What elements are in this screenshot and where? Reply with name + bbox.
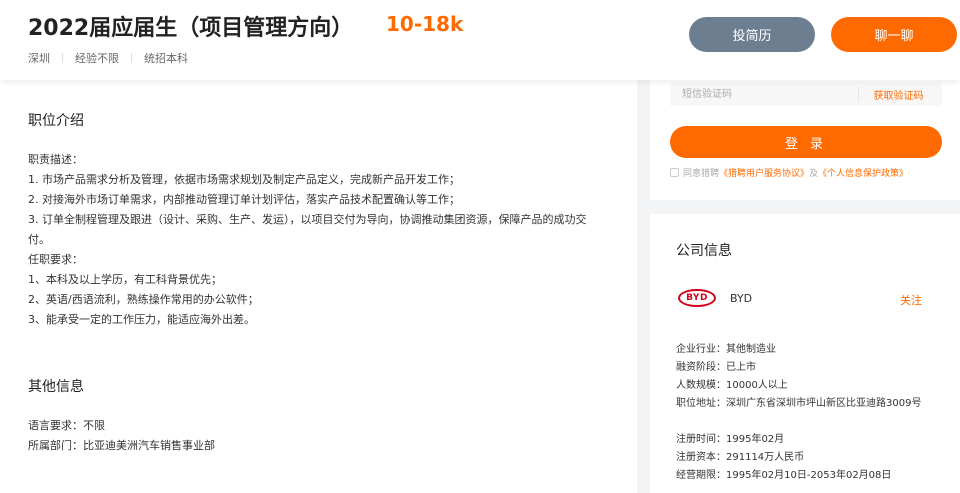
company-industry: 企业行业：其他制造业 <box>676 344 776 355</box>
job-description: 职责描述： 1. 市场产品需求分析及管理，依据市场需求规划及制定产品定义，完成新… <box>28 150 613 330</box>
submit-resume-button[interactable]: 投简历 <box>689 17 815 52</box>
company-name[interactable]: BYD <box>730 292 752 305</box>
desc-line: 2、英语/西语流利，熟练操作常用的办公软件； <box>28 293 259 306</box>
meta-divider <box>131 53 132 63</box>
agreement-row: 同意猎聘 《猎聘用户服务协议》 及 《个人信息保护政策》 <box>670 166 908 179</box>
job-title: 2022届应届生（项目管理方向） <box>28 16 354 41</box>
job-description-panel: 职位介绍 职责描述： 1. 市场产品需求分析及管理，依据市场需求规划及制定产品定… <box>0 80 637 493</box>
agree-prefix: 同意猎聘 <box>683 169 720 179</box>
company-info-panel: 公司信息 BYD BYD 关注 企业行业：其他制造业 融资阶段：已上市 人数规模… <box>650 214 960 493</box>
other-info-line: 所属部门：比亚迪美洲汽车销售事业部 <box>28 439 215 452</box>
company-info-title: 公司信息 <box>676 243 732 259</box>
desc-line: 任职要求： <box>28 253 83 266</box>
desc-line: 3. 订单全制程管理及跟进（设计、采购、生产、发运），以项目交付为导向，协调推动… <box>28 213 587 226</box>
job-header: 2022届应届生（项目管理方向） 10-18k 深圳 经验不限 统招本科 投简历… <box>0 0 960 80</box>
desc-line: 1. 市场产品需求分析及管理，依据市场需求规划及制定产品定义，完成新产品开发工作… <box>28 173 460 186</box>
company-info-group: 企业行业：其他制造业 融资阶段：已上市 人数规模：10000人以上 职位地址：深… <box>676 341 956 413</box>
desc-line: 付。 <box>28 233 50 246</box>
meta-divider <box>62 53 63 63</box>
job-experience: 经验不限 <box>75 52 119 65</box>
desc-line: 职责描述： <box>28 153 83 166</box>
desc-line: 2. 对接海外市场订单需求，内部推动管理订单计划评估，落实产品技术配置确认等工作… <box>28 193 460 206</box>
agree-and: 及 <box>809 169 819 179</box>
register-date: 注册时间：1995年02月 <box>676 434 785 445</box>
chat-button[interactable]: 聊一聊 <box>831 17 957 52</box>
company-funding: 融资阶段：已上市 <box>676 362 756 373</box>
section-title-intro: 职位介绍 <box>28 113 84 129</box>
job-meta: 深圳 经验不限 统招本科 <box>28 50 188 66</box>
job-education: 统招本科 <box>144 52 188 65</box>
follow-button[interactable]: 关注 <box>900 292 922 308</box>
other-info: 语言要求：不限 所属部门：比亚迪美洲汽车销售事业部 <box>28 416 613 456</box>
desc-line: 3、能承受一定的工作压力，能适应海外出差。 <box>28 313 255 326</box>
desc-line: 1、本科及以上学历，有工科背景优先； <box>28 273 222 286</box>
job-location: 深圳 <box>28 52 50 65</box>
company-logo-text: BYD <box>686 293 708 303</box>
section-title-other: 其他信息 <box>28 379 84 395</box>
agree-checkbox[interactable] <box>670 168 679 177</box>
service-agreement-link[interactable]: 《猎聘用户服务协议》 <box>719 166 809 179</box>
other-info-line: 语言要求：不限 <box>28 419 105 432</box>
privacy-policy-link[interactable]: 《个人信息保护政策》 <box>818 166 908 179</box>
login-panel: 获取验证码 登 录 同意猎聘 《猎聘用户服务协议》 及 《个人信息保护政策》 <box>650 80 960 200</box>
business-term: 经营期限：1995年02月10日-2053年02月08日 <box>676 470 892 481</box>
company-logo[interactable]: BYD <box>678 289 716 307</box>
register-capital: 注册资本：291114万人民币 <box>676 452 805 463</box>
company-registration-group: 注册时间：1995年02月 注册资本：291114万人民币 经营期限：1995年… <box>676 431 956 485</box>
salary: 10-18k <box>386 12 464 36</box>
login-button[interactable]: 登 录 <box>670 126 942 158</box>
get-code-button[interactable]: 获取验证码 <box>858 86 938 102</box>
company-size: 人数规模：10000人以上 <box>676 380 788 391</box>
company-address: 职位地址：深圳广东省深圳市坪山新区比亚迪路3009号 <box>676 398 922 409</box>
